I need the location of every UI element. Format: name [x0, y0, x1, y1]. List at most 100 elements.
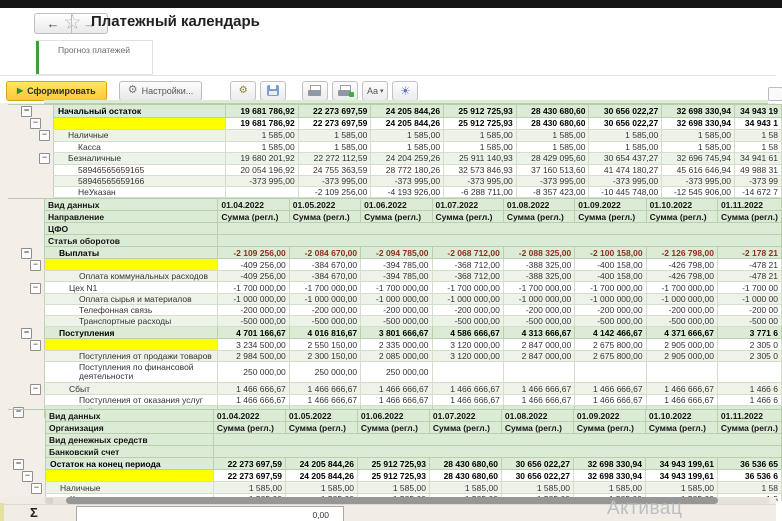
- header-label[interactable]: Статья оборотов: [45, 235, 218, 247]
- row-label[interactable]: Транспортные расходы: [45, 316, 218, 327]
- tree-expander-icon[interactable]: −: [30, 260, 41, 271]
- tree-expander-icon[interactable]: −: [13, 459, 24, 470]
- cell-value[interactable]: 28 772 180,26: [371, 164, 444, 175]
- date-header-cell[interactable]: 01.05.2022: [285, 410, 357, 422]
- cell-value[interactable]: 32 698 330,94: [573, 458, 645, 470]
- header-label[interactable]: Вид данных: [45, 199, 218, 211]
- cell-value[interactable]: 30 656 022,27: [589, 105, 662, 118]
- cell-value[interactable]: 30 656 022,27: [501, 458, 573, 470]
- cell-value[interactable]: 25 912 725,93: [357, 470, 429, 482]
- cell-value[interactable]: 1 585,00: [645, 482, 717, 494]
- cell-value[interactable]: 1 466 666,67: [646, 383, 717, 395]
- cell-value[interactable]: -200 000,00: [218, 305, 289, 316]
- cell-value[interactable]: 30 656 022,27: [589, 117, 662, 129]
- cell-value[interactable]: -1 000 000,00: [218, 294, 289, 305]
- row-label[interactable]: Сбыт: [45, 383, 218, 395]
- cell-value[interactable]: -1 700 000,00: [503, 282, 574, 294]
- cell-value[interactable]: 19 681 786,92: [225, 105, 298, 118]
- clipped-corner-button[interactable]: [768, 87, 782, 101]
- row-label[interactable]: Начальный остаток: [54, 105, 226, 118]
- cell-value[interactable]: 32 696 745,94: [662, 152, 735, 164]
- cell-value[interactable]: 36 536 65: [717, 458, 781, 470]
- cell-value[interactable]: -2 084 670,00: [289, 247, 360, 259]
- row-label[interactable]: НеУказан: [54, 186, 226, 197]
- cell-value[interactable]: 34 943 19: [735, 105, 782, 118]
- cell-value[interactable]: -200 000,00: [289, 305, 360, 316]
- cell-value[interactable]: -2 088 325,00: [503, 247, 574, 259]
- print-button[interactable]: [302, 81, 328, 101]
- cell-value[interactable]: -500 00: [717, 316, 781, 327]
- cell-value[interactable]: 3 771 6: [717, 327, 781, 339]
- font-size-button[interactable]: Aa ▾: [362, 81, 388, 101]
- cell-value[interactable]: 34 943 1: [735, 117, 782, 129]
- cell-value[interactable]: 25 911 140,93: [444, 152, 517, 164]
- header-label[interactable]: Вид данных: [46, 410, 214, 422]
- cell-value[interactable]: 1 585,00: [589, 141, 662, 152]
- cell-value[interactable]: -500 000,00: [432, 316, 503, 327]
- cell-value[interactable]: 19 681 786,92: [225, 117, 298, 129]
- cell-value[interactable]: 3 234 500,00: [218, 339, 289, 351]
- cell-value[interactable]: -373 995,00: [298, 175, 371, 186]
- cell-value[interactable]: 1 466 666,67: [289, 395, 360, 406]
- cell-value[interactable]: -394 785,00: [361, 271, 432, 282]
- generate-button[interactable]: ▶ Сформировать: [6, 81, 107, 101]
- cell-value[interactable]: 1 466 666,67: [432, 395, 503, 406]
- cell-value[interactable]: 28 430 680,60: [429, 470, 501, 482]
- cell-value[interactable]: -373 995,00: [662, 175, 735, 186]
- cell-value[interactable]: 1 585,00: [501, 482, 573, 494]
- cell-value[interactable]: -388 325,00: [503, 271, 574, 282]
- cell-value[interactable]: 1 585,00: [516, 141, 589, 152]
- cell-value[interactable]: 2 905 000,00: [646, 339, 717, 351]
- cell-value[interactable]: 24 205 844,26: [371, 105, 444, 118]
- row-label[interactable]: Поступления от оказания услуг: [45, 395, 218, 406]
- cell-value[interactable]: 45 616 646,94: [662, 164, 735, 175]
- sum-header-cell[interactable]: Сумма (регл.): [361, 211, 432, 223]
- cell-value[interactable]: -400 158,00: [575, 259, 646, 271]
- row-label[interactable]: Поступления: [45, 327, 218, 339]
- cell-value[interactable]: -478 21: [717, 271, 781, 282]
- report-variants-button[interactable]: ⚙: [230, 81, 256, 101]
- cell-value[interactable]: 22 273 697,59: [213, 458, 285, 470]
- cell-value[interactable]: 34 943 199,61: [645, 470, 717, 482]
- cell-value[interactable]: -368 712,00: [432, 259, 503, 271]
- cell-value[interactable]: 4 701 166,67: [218, 327, 289, 339]
- cell-value[interactable]: -1 700 000,00: [432, 282, 503, 294]
- cell-value[interactable]: -500 000,00: [575, 316, 646, 327]
- row-label[interactable]: Выплаты: [45, 247, 218, 259]
- cell-value[interactable]: 30 656 022,27: [501, 470, 573, 482]
- cell-value[interactable]: -6 288 711,00: [444, 186, 517, 197]
- cell-value[interactable]: 25 912 725,93: [357, 458, 429, 470]
- cell-value[interactable]: -384 670,00: [289, 271, 360, 282]
- cell-value[interactable]: -2 100 158,00: [575, 247, 646, 259]
- row-label[interactable]: Поступления по финансовой деятельности: [45, 362, 218, 383]
- tree-expander-icon[interactable]: −: [30, 118, 41, 129]
- save-variant-button[interactable]: [260, 81, 286, 101]
- cell-value[interactable]: 1 585,00: [444, 141, 517, 152]
- cell-value[interactable]: 24 205 844,26: [285, 470, 357, 482]
- cell-value[interactable]: -1 000 000,00: [289, 294, 360, 305]
- cell-value[interactable]: 28 430 680,60: [429, 458, 501, 470]
- sum-header-cell[interactable]: Сумма (регл.): [717, 211, 781, 223]
- cell-value[interactable]: 24 205 844,26: [285, 458, 357, 470]
- cell-value[interactable]: -478 21: [717, 259, 781, 271]
- cell-value[interactable]: 1 585,00: [516, 129, 589, 141]
- sum-header-cell[interactable]: Сумма (регл.): [285, 422, 357, 434]
- row-label[interactable]: Поступления от продажи товаров: [45, 351, 218, 362]
- row-label[interactable]: [46, 470, 214, 482]
- cell-value[interactable]: -409 256,00: [218, 259, 289, 271]
- cell-value[interactable]: -1 000 00: [717, 294, 781, 305]
- cell-value[interactable]: -388 325,00: [503, 259, 574, 271]
- cell-value[interactable]: -394 785,00: [361, 259, 432, 271]
- cell-value[interactable]: 2 847 000,00: [503, 339, 574, 351]
- cell-value[interactable]: 250 000,00: [361, 362, 432, 383]
- cell-value[interactable]: -200 000,00: [575, 305, 646, 316]
- cell-value[interactable]: 25 912 725,93: [444, 105, 517, 118]
- row-label[interactable]: Наличные: [54, 129, 226, 141]
- sum-header-cell[interactable]: Сумма (регл.): [573, 422, 645, 434]
- print-preview-button[interactable]: [332, 81, 358, 101]
- sum-header-cell[interactable]: Сумма (регл.): [213, 422, 285, 434]
- sum-header-cell[interactable]: Сумма (регл.): [357, 422, 429, 434]
- cell-value[interactable]: 2 085 000,00: [361, 351, 432, 362]
- cell-value[interactable]: -1 700 000,00: [361, 282, 432, 294]
- highlight-button[interactable]: ☀: [392, 81, 418, 101]
